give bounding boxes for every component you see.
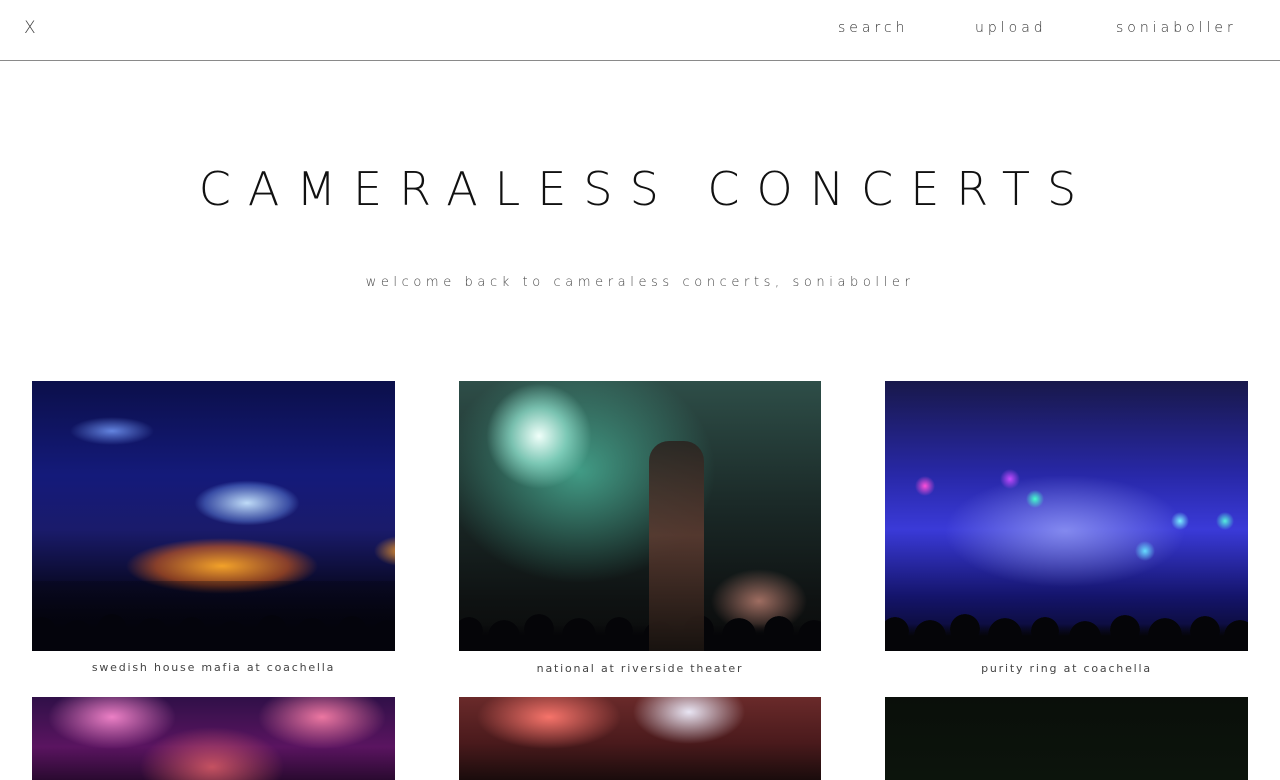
concert-photo[interactable]	[885, 381, 1248, 651]
close-button[interactable]: X	[24, 18, 37, 38]
crowd-silhouette	[32, 591, 395, 651]
concert-photo[interactable]	[32, 697, 395, 780]
concert-photo[interactable]	[459, 381, 821, 651]
nav-search-link[interactable]: search	[838, 20, 909, 36]
photo-caption: national at riverside theater	[536, 662, 744, 675]
nav-upload-link[interactable]: upload	[975, 20, 1047, 36]
top-nav-bar: X search upload soniaboller	[0, 0, 1280, 61]
crowd-silhouette	[459, 591, 821, 651]
concert-photo[interactable]	[32, 381, 395, 651]
page-title: CAMERALESS CONCERTS	[198, 162, 1094, 216]
crowd-silhouette	[885, 591, 1248, 651]
concert-photo[interactable]	[459, 697, 821, 780]
nav-user-link[interactable]: soniaboller	[1116, 20, 1237, 36]
welcome-message: welcome back to cameraless concerts, son…	[365, 275, 915, 290]
photo-caption: swedish house mafia at coachella	[91, 661, 336, 674]
concert-photo[interactable]	[885, 697, 1248, 780]
photo-caption: purity ring at coachella	[981, 662, 1152, 675]
